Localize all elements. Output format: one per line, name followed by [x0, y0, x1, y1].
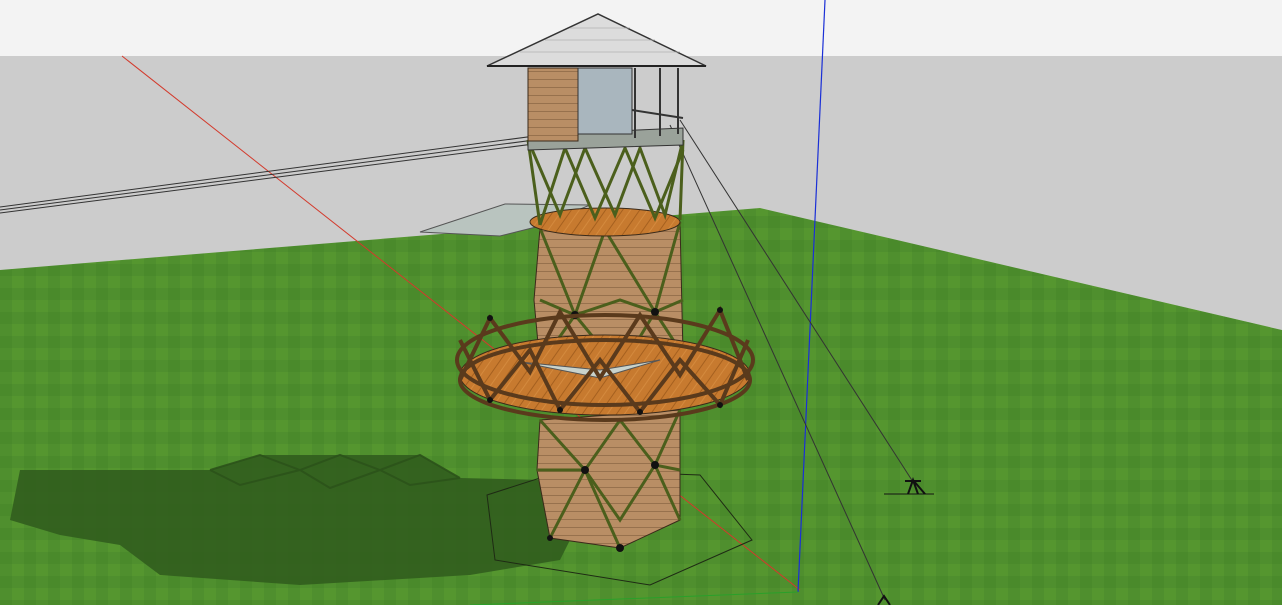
scene-svg[interactable]	[0, 0, 1282, 605]
lookout-cabin-window[interactable]	[577, 67, 633, 135]
lookout-cabin-wall[interactable]	[527, 67, 579, 142]
3d-model-viewport[interactable]	[0, 0, 1282, 605]
tower-lower-body[interactable]	[536, 409, 681, 549]
